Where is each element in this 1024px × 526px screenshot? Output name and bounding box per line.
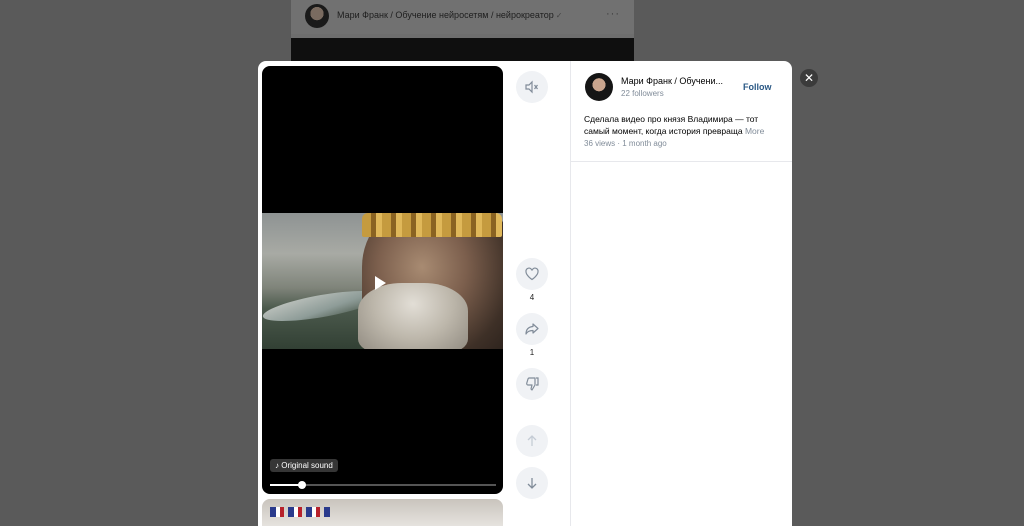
progress-bar[interactable]: [270, 481, 496, 489]
clip-viewer-modal: ♪ Original sound 4 1 Мари Франк / Обучен…: [258, 61, 792, 526]
views-and-date: 36 views · 1 month ago: [584, 139, 667, 148]
verified-icon: ✓: [555, 11, 563, 20]
next-clip-thumbnail[interactable]: [262, 499, 503, 526]
background-post-header: Мари Франк / Обучение нейросетям / нейро…: [291, 0, 634, 34]
share-arrow-icon: [525, 323, 539, 335]
shares-count: 1: [529, 348, 535, 357]
arrow-up-icon: [527, 435, 537, 446]
progress-handle[interactable]: [297, 481, 306, 489]
dislike-button[interactable]: [516, 368, 548, 400]
mute-button[interactable]: [516, 71, 548, 103]
prince-beard: [358, 283, 468, 349]
share-button[interactable]: [516, 313, 548, 345]
arrow-down-icon: [527, 478, 537, 489]
follow-button[interactable]: Follow: [743, 82, 772, 92]
prince-crown: [362, 213, 502, 237]
previous-clip-button[interactable]: [516, 425, 548, 457]
close-button[interactable]: ✕: [800, 69, 818, 87]
clip-info-panel: Мари Франк / Обучени... 22 followers Fol…: [571, 61, 792, 162]
heart-icon: [525, 267, 539, 281]
clip-description: Сделала видео про князя Владимира — тот …: [584, 113, 784, 137]
like-button[interactable]: [516, 258, 548, 290]
video-player[interactable]: ♪ Original sound: [262, 66, 503, 494]
play-icon[interactable]: [375, 276, 386, 290]
volume-mute-icon: [525, 80, 538, 94]
flags-decoration: [270, 507, 330, 517]
author-avatar[interactable]: [585, 73, 613, 101]
thumbs-down-icon: [526, 377, 539, 391]
followers-count: 22 followers: [621, 89, 664, 98]
more-link[interactable]: More: [745, 126, 764, 136]
description-text: Сделала видео про князя Владимира — тот …: [584, 114, 759, 136]
original-sound-badge[interactable]: ♪ Original sound: [270, 459, 338, 472]
likes-count: 4: [529, 293, 535, 302]
video-frame: [262, 213, 503, 349]
background-author-avatar: [305, 4, 329, 28]
more-options-icon: ···: [606, 8, 620, 20]
author-name[interactable]: Мари Франк / Обучени...: [621, 76, 723, 86]
background-post-title: Мари Франк / Обучение нейросетям / нейро…: [337, 10, 563, 20]
progress-fill: [270, 484, 302, 486]
next-clip-button[interactable]: [516, 467, 548, 499]
